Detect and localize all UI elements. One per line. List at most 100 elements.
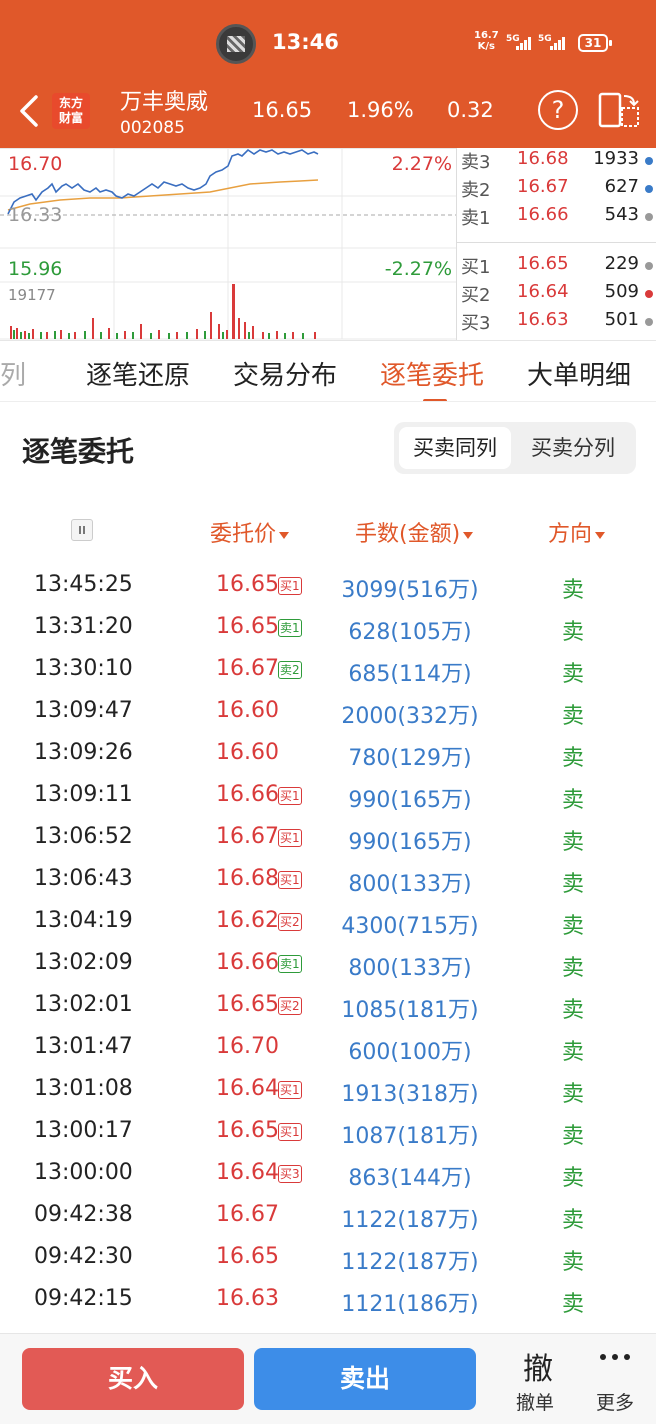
bid-volume: 501 — [604, 309, 639, 330]
status-dot-icon — [645, 185, 653, 193]
order-volume: 1087(181万) — [341, 1124, 479, 1149]
queue-position-badge: 买1 — [278, 1081, 302, 1099]
tab-trade-distribution[interactable]: 交易分布 — [233, 355, 337, 392]
order-price: 16.68 — [216, 866, 279, 891]
order-time: 09:42:15 — [34, 1286, 133, 1311]
caret-down-icon — [463, 531, 474, 539]
ask-row: 卖2 16.67 627 — [457, 176, 656, 204]
order-volume: 990(165万) — [348, 830, 472, 855]
status-dot-icon — [645, 262, 653, 270]
order-volume: 990(165万) — [348, 788, 472, 813]
order-volume: 1913(318万) — [341, 1082, 479, 1107]
list-item[interactable]: 13:09:47 16.60 2000(332万) 卖 — [0, 691, 656, 733]
more-icon[interactable] — [600, 1352, 632, 1362]
intraday-chart[interactable]: 16.70 2.27% 16.33 15.96 -2.27% 19177 — [0, 148, 456, 340]
list-item[interactable]: 13:01:47 16.70 600(100万) 卖 — [0, 1027, 656, 1069]
caret-down-icon — [595, 531, 606, 539]
queue-position-badge: 买1 — [278, 787, 302, 805]
list-item[interactable]: 13:00:17 16.65 买1 1087(181万) 卖 — [0, 1111, 656, 1153]
list-item[interactable]: 13:09:26 16.60 780(129万) 卖 — [0, 733, 656, 775]
order-book[interactable]: 卖3 16.68 1933 卖2 16.67 627 卖1 16.66 543 买1 16.6… — [456, 148, 656, 340]
list-item[interactable]: 13:09:11 16.66 买1 990(165万) 卖 — [0, 775, 656, 817]
bid-label: 买2 — [461, 285, 491, 306]
list-item[interactable]: 13:01:08 16.64 买1 1913(318万) 卖 — [0, 1069, 656, 1111]
order-direction: 卖 — [562, 1250, 585, 1275]
order-price: 16.65 — [216, 1118, 279, 1143]
order-volume: 780(129万) — [348, 746, 472, 771]
list-item[interactable]: 13:45:25 16.65 买1 3099(516万) 卖 — [0, 565, 656, 607]
tab-large-orders[interactable]: 大单明细 — [527, 355, 631, 392]
order-volume: 1085(181万) — [341, 998, 479, 1023]
chart-prev-close: 16.33 — [8, 204, 63, 226]
order-time: 13:01:08 — [34, 1076, 133, 1101]
network-speed: 16.7 K/s — [474, 30, 499, 52]
order-price: 16.65 — [216, 614, 279, 639]
queue-position-badge: 卖1 — [278, 619, 302, 637]
landscape-toggle-icon[interactable] — [598, 90, 640, 130]
order-direction: 卖 — [562, 1292, 585, 1317]
order-time: 13:09:47 — [34, 698, 133, 723]
tab-tick-orders[interactable]: 逐笔委托 — [380, 355, 484, 392]
order-direction: 卖 — [562, 872, 585, 897]
bid-price: 16.65 — [517, 253, 569, 274]
order-time: 13:02:01 — [34, 992, 133, 1017]
volume-header-label: 手数(金额) — [355, 522, 461, 547]
order-price: 16.65 — [216, 572, 279, 597]
status-dot-icon — [645, 290, 653, 298]
cancel-order-icon[interactable]: 撤 — [520, 1344, 556, 1388]
order-time: 13:04:19 — [34, 908, 133, 933]
order-volume: 800(133万) — [348, 956, 472, 981]
sell-button[interactable]: 卖出 — [254, 1348, 476, 1410]
order-volume: 4300(715万) — [341, 914, 479, 939]
tab-queue[interactable]: 队列 — [0, 355, 26, 392]
ask-volume: 627 — [604, 176, 639, 197]
back-arrow-icon[interactable] — [14, 94, 44, 128]
queue-position-badge: 卖1 — [278, 955, 302, 973]
list-item[interactable]: 13:30:10 16.67 卖2 685(114万) 卖 — [0, 649, 656, 691]
ask-price: 16.67 — [517, 176, 569, 197]
ask-row: 卖3 16.68 1933 — [457, 148, 656, 176]
list-item[interactable]: 13:02:01 16.65 买2 1085(181万) 卖 — [0, 985, 656, 1027]
list-item[interactable]: 09:42:15 16.63 1121(186万) 卖 — [0, 1279, 656, 1321]
cancel-order-label[interactable]: 撤单 — [516, 1388, 554, 1415]
order-direction: 卖 — [562, 1166, 585, 1191]
order-price: 16.70 — [216, 1034, 279, 1059]
toggle-same-column[interactable]: 买卖同列 — [399, 427, 511, 469]
list-item[interactable]: 13:00:00 16.64 买3 863(144万) 卖 — [0, 1153, 656, 1195]
list-item[interactable]: 13:31:20 16.65 卖1 628(105万) 卖 — [0, 607, 656, 649]
list-item[interactable]: 09:42:38 16.67 1122(187万) 卖 — [0, 1195, 656, 1237]
order-direction: 卖 — [562, 746, 585, 771]
caret-down-icon — [279, 531, 290, 539]
bid-row: 买3 16.63 501 — [457, 309, 656, 337]
status-bar: 13:46 16.7 K/s 5G 5G 31 — [0, 0, 656, 80]
order-time: 13:45:25 — [34, 572, 133, 597]
list-item[interactable]: 09:42:30 16.65 1122(187万) 卖 — [0, 1237, 656, 1279]
more-label[interactable]: 更多 — [596, 1388, 634, 1415]
pause-icon[interactable] — [71, 519, 93, 541]
toggle-split-column[interactable]: 买卖分列 — [516, 427, 630, 469]
bid-price: 16.63 — [517, 309, 569, 330]
list-item[interactable]: 13:04:19 16.62 买2 4300(715万) 卖 — [0, 901, 656, 943]
queue-position-badge: 卖2 — [278, 661, 302, 679]
list-item[interactable]: 13:06:52 16.67 买1 990(165万) 卖 — [0, 817, 656, 859]
help-icon[interactable]: ? — [538, 90, 578, 130]
bid-price: 16.64 — [517, 281, 569, 302]
tab-tick-restore[interactable]: 逐笔还原 — [86, 355, 190, 392]
sort-volume-header[interactable]: 手数(金额) — [355, 516, 474, 548]
list-item[interactable]: 13:06:43 16.68 买1 800(133万) 卖 — [0, 859, 656, 901]
list-item[interactable]: 13:02:09 16.66 卖1 800(133万) 卖 — [0, 943, 656, 985]
order-volume: 863(144万) — [348, 1166, 472, 1191]
order-price: 16.60 — [216, 698, 279, 723]
sort-direction-header[interactable]: 方向 — [548, 516, 606, 548]
order-volume: 1121(186万) — [341, 1292, 479, 1317]
sort-price-header[interactable]: 委托价 — [210, 516, 290, 548]
app-logo: 东方 财富 — [52, 93, 90, 129]
price-header-label: 委托价 — [210, 522, 277, 547]
buy-button[interactable]: 买入 — [22, 1348, 244, 1410]
queue-position-badge: 买3 — [278, 1165, 302, 1183]
volume-bars — [10, 284, 316, 339]
section-title: 逐笔委托 — [22, 435, 135, 468]
ask-label: 卖2 — [461, 180, 491, 201]
bid-row: 买2 16.64 509 — [457, 281, 656, 309]
order-price: 16.60 — [216, 740, 279, 765]
